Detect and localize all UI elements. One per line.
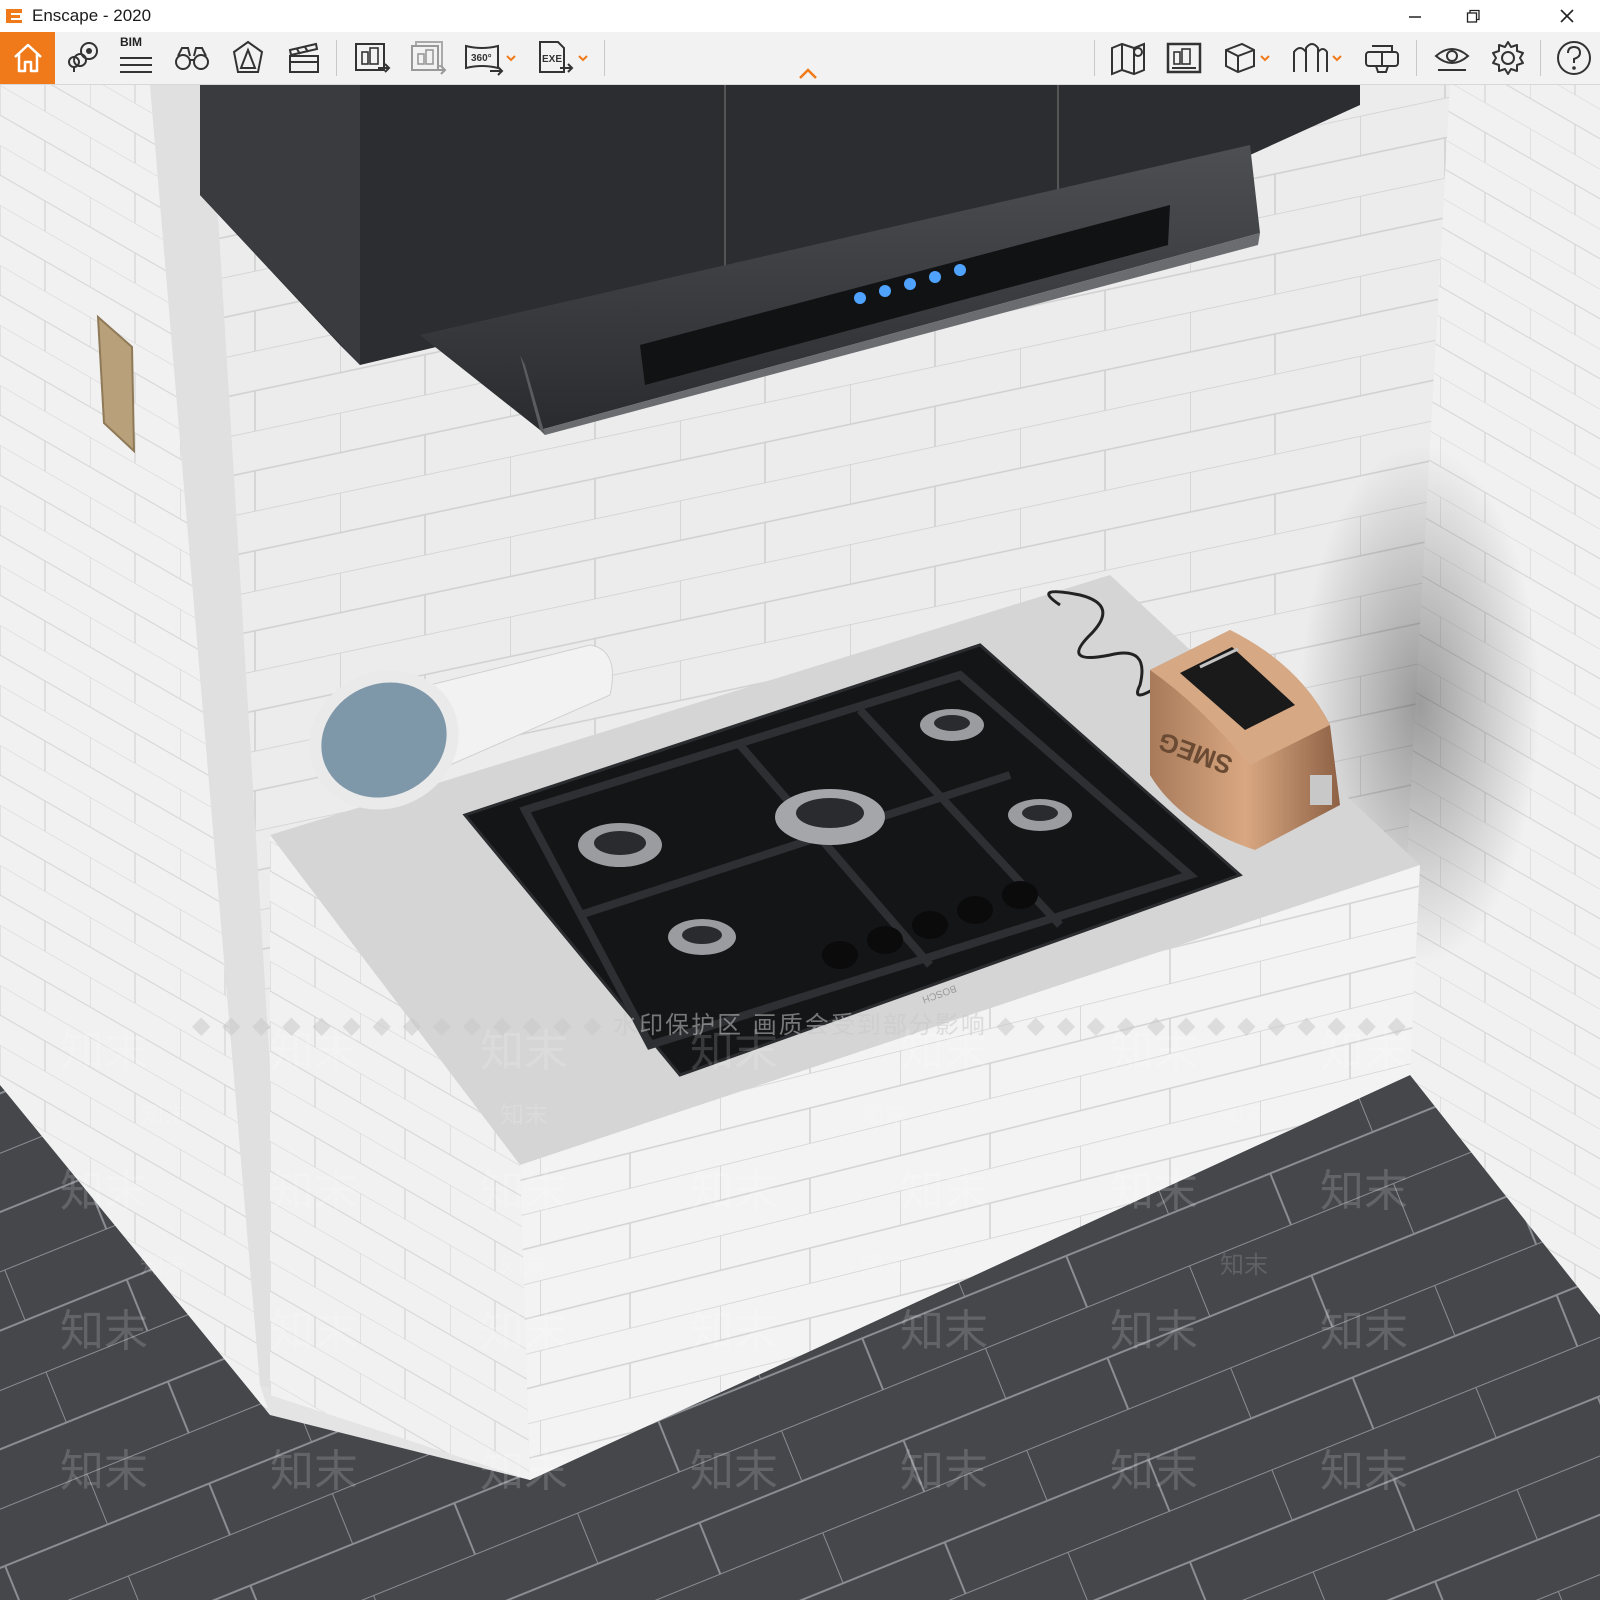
- enscape-logo-icon: [6, 9, 22, 23]
- close-button[interactable]: [1544, 0, 1590, 32]
- help-icon: [1557, 41, 1591, 75]
- toolbar-separator: [604, 40, 605, 76]
- capture-manager-button[interactable]: [1158, 32, 1210, 84]
- bim-label: BIM: [120, 35, 142, 49]
- clapper-icon: [288, 42, 319, 73]
- svg-text:360°: 360°: [471, 53, 492, 64]
- toolbar-separator: [1540, 40, 1541, 76]
- render-panorama-button[interactable]: 360°: [458, 32, 510, 84]
- toolbar-separator: [336, 40, 337, 76]
- visual-settings-button[interactable]: [166, 32, 218, 84]
- minimize-icon: [1409, 16, 1421, 18]
- chevron-up-icon[interactable]: [796, 66, 820, 82]
- render-image-icon: [355, 43, 391, 73]
- asset-library-button[interactable]: [222, 32, 274, 84]
- map-button[interactable]: [1102, 32, 1154, 84]
- map-icon: [1111, 42, 1145, 76]
- settings-button[interactable]: [1482, 32, 1534, 84]
- vr-headset-button[interactable]: [1356, 32, 1408, 84]
- render-viewport[interactable]: BOSCH SMEG 知末 知末 知末 知末 知末 知末 知末 知末 知末 知末…: [0, 85, 1600, 1600]
- video-editor-button[interactable]: [278, 32, 330, 84]
- cube-dropdown-arrow[interactable]: [1258, 48, 1272, 68]
- restore-button[interactable]: [1450, 0, 1496, 32]
- svg-text:EXE: EXE: [542, 54, 562, 65]
- home-icon: [13, 43, 42, 73]
- help-button[interactable]: [1548, 32, 1600, 84]
- restore-icon: [1466, 9, 1480, 23]
- title-bar: Enscape - 2020: [0, 0, 1600, 32]
- panorama-dropdown-arrow[interactable]: [504, 48, 518, 68]
- batch-render-button[interactable]: [402, 32, 454, 84]
- gear-icon: [1492, 41, 1524, 75]
- cube-icon: [1225, 42, 1255, 74]
- panorama-360-icon: 360°: [465, 44, 504, 76]
- asset-shape-icon: [232, 40, 264, 73]
- watermark-protection-text: ◆ ◆ ◆ ◆ ◆ ◆ ◆ ◆ ◆ ◆ ◆ ◆ ◆ ◆ 水印保护区 画质会受到部…: [191, 1011, 1409, 1039]
- kitchen-scene: BOSCH SMEG: [0, 85, 1600, 1600]
- toolbar-separator: [1094, 40, 1095, 76]
- binoculars-icon: [175, 47, 209, 70]
- home-button[interactable]: [0, 32, 55, 84]
- gallery-icon: [1166, 42, 1202, 74]
- export-exe-icon: EXE: [539, 41, 574, 73]
- vr-headset-icon: [1365, 45, 1399, 73]
- eye-icon: [1434, 48, 1470, 71]
- minimize-button[interactable]: [1392, 0, 1438, 32]
- location-pin-icon: [68, 42, 98, 72]
- batch-render-icon: [411, 41, 447, 75]
- export-exe-button[interactable]: EXE: [528, 32, 580, 84]
- view-management-button[interactable]: [56, 32, 108, 84]
- export-dropdown-arrow[interactable]: [576, 48, 590, 68]
- view-mode-button[interactable]: [1426, 32, 1478, 84]
- section-button[interactable]: [1284, 32, 1336, 84]
- toolbar-separator: [1416, 40, 1417, 76]
- close-icon: [1560, 9, 1574, 23]
- section-dropdown-arrow[interactable]: [1330, 48, 1344, 68]
- section-icon: [1293, 43, 1328, 72]
- window-title: Enscape - 2020: [32, 6, 152, 25]
- render-image-button[interactable]: [346, 32, 398, 84]
